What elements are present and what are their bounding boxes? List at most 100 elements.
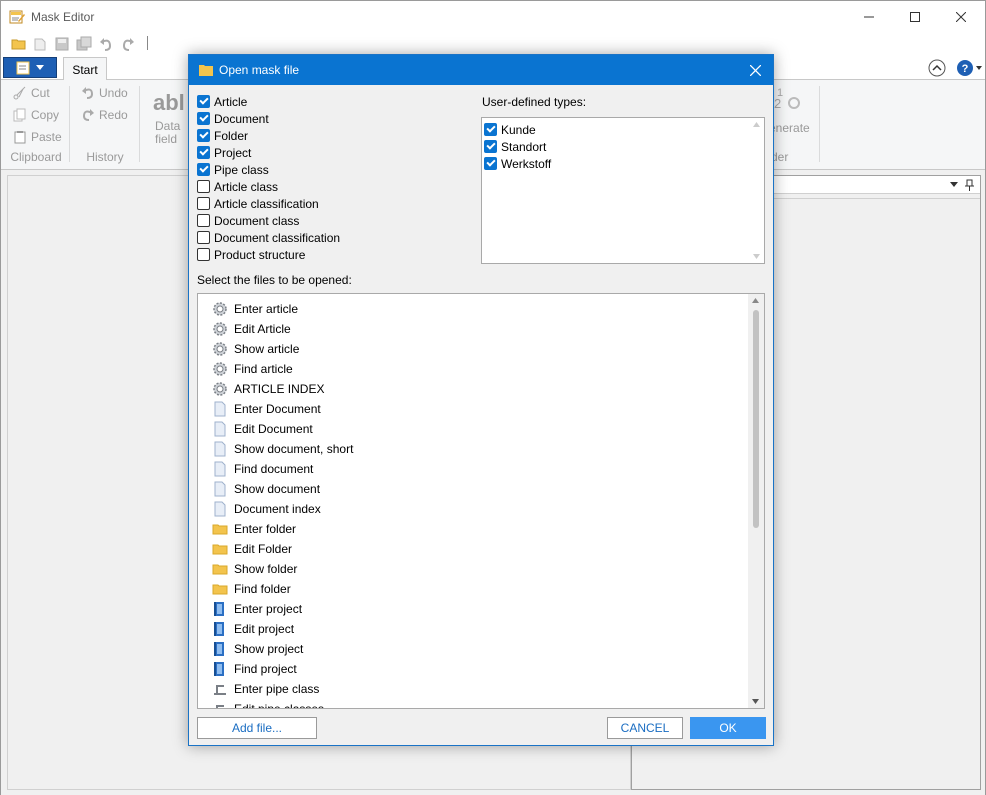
paste-button[interactable]: Paste: [13, 130, 62, 144]
file-list-item[interactable]: Show document, short: [212, 439, 353, 459]
file-list-item[interactable]: Enter pipe class: [212, 679, 319, 699]
checkbox[interactable]: [197, 95, 210, 108]
checkbox[interactable]: [197, 197, 210, 210]
checkbox[interactable]: [197, 129, 210, 142]
title-bar: Mask Editor: [1, 1, 985, 33]
type-checkbox-row[interactable]: Article: [197, 93, 467, 110]
checkbox[interactable]: [197, 163, 210, 176]
scrollbar-thumb[interactable]: [753, 310, 759, 528]
checkbox[interactable]: [197, 112, 210, 125]
save-icon[interactable]: [54, 36, 70, 52]
redo-icon[interactable]: [120, 36, 136, 52]
undo-icon[interactable]: [98, 36, 114, 52]
user-type-checkbox-row[interactable]: Kunde: [484, 121, 754, 138]
user-defined-types-label: User-defined types:: [482, 95, 587, 109]
file-list-item[interactable]: Find folder: [212, 579, 291, 599]
file-list-item[interactable]: Edit pipe classes: [212, 699, 324, 708]
scroll-up-arrow-icon[interactable]: [752, 298, 759, 303]
cancel-button[interactable]: CANCEL: [607, 717, 683, 739]
files-scrollbar[interactable]: [748, 294, 764, 708]
copy-button[interactable]: Copy: [13, 108, 59, 122]
generate-numbers-icon[interactable]: 1 2: [773, 86, 801, 112]
user-type-checkbox-row[interactable]: Standort: [484, 138, 754, 155]
folder-icon: [199, 65, 213, 76]
file-list-item[interactable]: Enter project: [212, 599, 302, 619]
file-list-item[interactable]: Enter Document: [212, 399, 321, 419]
type-checkbox-row[interactable]: Folder: [197, 127, 467, 144]
project-icon: [212, 621, 228, 637]
dialog-close-button[interactable]: [745, 60, 765, 80]
generate-label[interactable]: enerate: [769, 121, 810, 135]
file-list-item[interactable]: Find document: [212, 459, 313, 479]
dialog-title: Open mask file: [219, 63, 300, 77]
file-list-item[interactable]: ARTICLE INDEX: [212, 379, 324, 399]
collapse-ribbon-icon[interactable]: [928, 59, 946, 77]
help-icon[interactable]: ?: [956, 59, 982, 77]
file-label: Find project: [234, 662, 297, 676]
pin-icon[interactable]: [965, 179, 974, 191]
close-window-button[interactable]: [938, 1, 984, 33]
undo-icon: [82, 87, 94, 99]
file-list-item[interactable]: Edit Document: [212, 419, 313, 439]
cut-button[interactable]: Cut: [13, 86, 50, 100]
save-all-icon[interactable]: [76, 36, 92, 52]
type-checkbox-row[interactable]: Product structure: [197, 246, 467, 263]
file-list-item[interactable]: Edit Folder: [212, 539, 292, 559]
file-label: Enter Document: [234, 402, 321, 416]
folder-icon: [212, 581, 228, 597]
type-checkbox-row[interactable]: Document class: [197, 212, 467, 229]
checkbox[interactable]: [484, 157, 497, 170]
user-type-checkbox-row[interactable]: Werkstoff: [484, 155, 754, 172]
user-defined-scrollbar[interactable]: [749, 118, 764, 263]
checkbox[interactable]: [197, 248, 210, 261]
folder-icon: [212, 521, 228, 537]
scroll-up-arrow-icon[interactable]: [753, 122, 760, 127]
file-list-item[interactable]: Show project: [212, 639, 303, 659]
type-checkbox-row[interactable]: Document classification: [197, 229, 467, 246]
add-file-button[interactable]: Add file...: [197, 717, 317, 739]
new-file-icon[interactable]: [32, 36, 48, 52]
application-menu-button[interactable]: [3, 57, 57, 78]
ribbon-undo-button[interactable]: Undo: [81, 86, 128, 100]
file-label: Show folder: [234, 562, 298, 576]
checkbox[interactable]: [197, 180, 210, 193]
file-label: Show article: [234, 342, 300, 356]
type-checkbox-row[interactable]: Article class: [197, 178, 467, 195]
file-list-item[interactable]: Show folder: [212, 559, 297, 579]
type-checkbox-row[interactable]: Pipe class: [197, 161, 467, 178]
file-list-item[interactable]: Find project: [212, 659, 297, 679]
file-list-item[interactable]: Edit project: [212, 619, 294, 639]
clipboard-icon: [14, 131, 26, 144]
file-list-item[interactable]: Enter article: [212, 299, 298, 319]
type-checkbox-row[interactable]: Project: [197, 144, 467, 161]
file-list-item[interactable]: Document index: [212, 499, 321, 519]
checkbox[interactable]: [197, 231, 210, 244]
file-list-item[interactable]: Show article: [212, 339, 299, 359]
ribbon-separator: [69, 86, 70, 162]
file-list-item[interactable]: Find article: [212, 359, 293, 379]
file-list-item[interactable]: Show document: [212, 479, 320, 499]
ribbon-redo-button[interactable]: Redo: [81, 108, 128, 122]
maximize-button[interactable]: [892, 1, 938, 33]
file-list-item[interactable]: Enter folder: [212, 519, 296, 539]
document-icon: [212, 461, 228, 477]
minimize-button[interactable]: [846, 1, 892, 33]
gear-icon: [212, 361, 228, 377]
checkbox[interactable]: [197, 214, 210, 227]
file-list-item[interactable]: Edit Article: [212, 319, 291, 339]
checkbox[interactable]: [197, 146, 210, 159]
checkbox[interactable]: [484, 123, 497, 136]
ribbon-separator: [139, 86, 140, 162]
ok-button[interactable]: OK: [690, 717, 766, 739]
open-folder-icon[interactable]: [11, 36, 27, 52]
type-checkbox-row[interactable]: Document: [197, 110, 467, 127]
type-checkbox-row[interactable]: Article classification: [197, 195, 467, 212]
chevron-down-icon[interactable]: [950, 182, 958, 188]
data-field-icon[interactable]: abl: [153, 90, 185, 116]
checkbox[interactable]: [484, 140, 497, 153]
data-field-button[interactable]: Data field: [155, 120, 180, 146]
scroll-down-arrow-icon[interactable]: [752, 699, 759, 704]
tab-start[interactable]: Start: [63, 57, 107, 81]
checkbox-label: Article classification: [214, 196, 319, 211]
scroll-down-arrow-icon[interactable]: [753, 254, 760, 259]
